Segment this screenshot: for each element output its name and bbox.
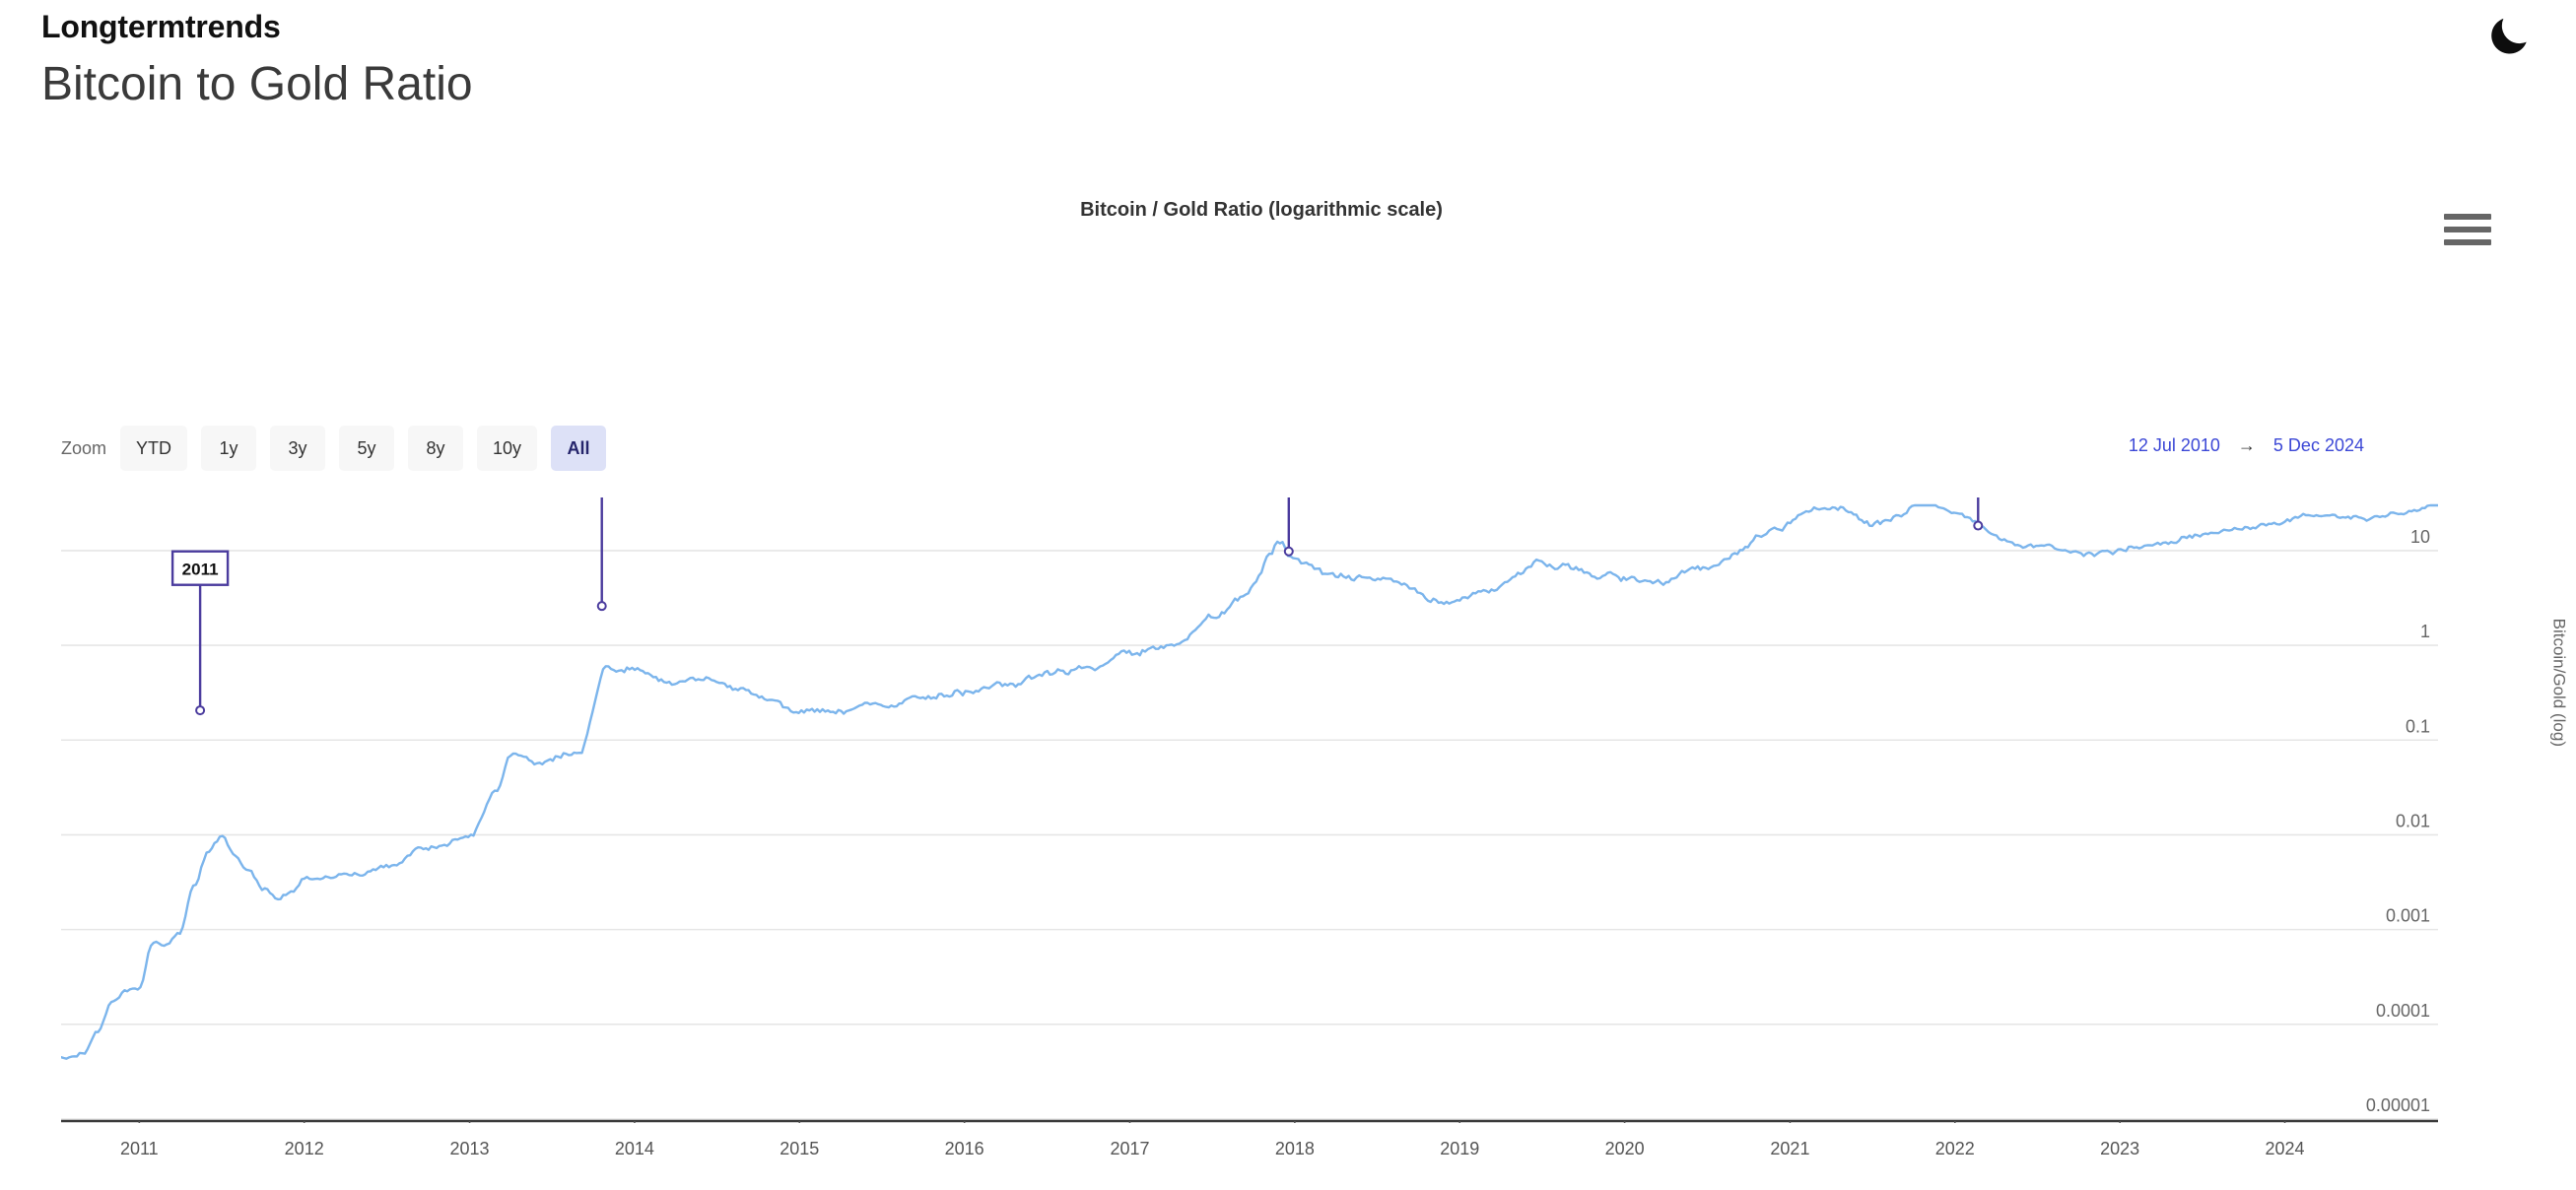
y-tick-label: 0.0001 — [2376, 1001, 2430, 1021]
x-tick-label: 2016 — [945, 1139, 984, 1158]
grid-lines — [61, 550, 2438, 1120]
menu-bar-3 — [2444, 239, 2491, 245]
x-tick-label: 2024 — [2266, 1139, 2305, 1158]
chart-container: Bitcoin / Gold Ratio (logarithmic scale)… — [0, 167, 2576, 1158]
y-axis-title: Bitcoin/Gold (log) — [2549, 618, 2568, 747]
price-chart-svg[interactable]: 10 1 0.1 0.01 0.001 0.0001 0.00001 2011 2013 201… — [61, 497, 2438, 1123]
annotation-point — [1973, 520, 1984, 531]
annotation-point — [195, 705, 206, 716]
x-tick-label: 2018 — [1275, 1139, 1315, 1158]
range-from-date[interactable]: 12 Jul 2010 — [2129, 435, 2220, 456]
range-button-all[interactable]: All — [551, 426, 607, 471]
page-root: Longtermtrends Bitcoin to Gold Ratio Bit… — [0, 0, 2576, 1190]
annotation-point — [596, 601, 607, 612]
annotation-layer[interactable]: 2011201320172021 — [170, 497, 2005, 716]
site-brand[interactable]: Longtermtrends — [41, 8, 281, 45]
y-tick-label: 0.00001 — [2366, 1095, 2430, 1115]
range-selector: Zoom YTD 1y 3y 5y 8y 10y All — [61, 426, 620, 471]
range-button-3y[interactable]: 3y — [270, 426, 326, 471]
x-tick-label: 2020 — [1605, 1139, 1645, 1158]
hamburger-menu-icon[interactable] — [2444, 207, 2499, 252]
annotation-label: 2011 — [182, 561, 219, 579]
range-button-5y[interactable]: 5y — [339, 426, 395, 471]
y-tick-label: 1 — [2420, 622, 2430, 641]
range-button-8y[interactable]: 8y — [408, 426, 464, 471]
plot-area[interactable]: 1010.10.010.0010.00010.00001 20112013201… — [61, 497, 2438, 1158]
range-button-1y[interactable]: 1y — [201, 426, 257, 471]
x-tick-label: 2017 — [1110, 1139, 1149, 1158]
page-title: Bitcoin to Gold Ratio — [41, 58, 473, 110]
y-tick-label: 0.001 — [2386, 906, 2430, 926]
chart-annotation-2013[interactable]: 2013 — [575, 497, 630, 612]
x-tick-label: 2012 — [285, 1139, 324, 1158]
annotation-point — [1283, 546, 1294, 557]
dark-mode-toggle[interactable] — [2481, 8, 2537, 63]
x-tick-label: 2013 — [450, 1139, 490, 1158]
menu-bar-1 — [2444, 214, 2491, 220]
x-tick-label: 2019 — [1440, 1139, 1479, 1158]
chart-title: Bitcoin / Gold Ratio (logarithmic scale) — [1080, 199, 1443, 221]
x-tick-label: 2022 — [1935, 1139, 1975, 1158]
date-range-inputs: 12 Jul 2010 → 5 Dec 2024 — [2129, 435, 2364, 456]
range-to-date[interactable]: 5 Dec 2024 — [2273, 435, 2364, 456]
y-tick-label: 10 — [2410, 527, 2430, 547]
x-tick-label: 2023 — [2100, 1139, 2139, 1158]
series-line-bitcoin-gold-ratio — [61, 503, 2438, 1060]
y-tick-label: 0.01 — [2396, 811, 2430, 830]
zoom-label: Zoom — [61, 437, 107, 458]
x-tick-label: 2014 — [615, 1139, 654, 1158]
moon-icon — [2491, 18, 2527, 54]
x-tick-label: 2021 — [1770, 1139, 1809, 1158]
x-tick-label: 2015 — [780, 1139, 819, 1158]
range-arrow-icon: → — [2237, 435, 2256, 455]
menu-bar-2 — [2444, 227, 2491, 232]
range-button-10y[interactable]: 10y — [477, 426, 538, 471]
y-tick-label: 0.1 — [2406, 716, 2430, 736]
y-axis-tick-labels: 10 1 0.1 0.01 0.001 0.0001 0.00001 — [2366, 527, 2430, 1115]
range-button-ytd[interactable]: YTD — [120, 426, 188, 471]
chart-annotation-2017[interactable]: 2017 — [1261, 497, 1317, 557]
x-axis-tick-labels: 2011 2012 2013 2014 2015 2016 2017 2018 2019 2020… — [120, 1139, 2305, 1158]
chart-annotation-2011[interactable]: 2011 — [170, 550, 230, 716]
x-tick-label: 2011 — [120, 1139, 159, 1158]
